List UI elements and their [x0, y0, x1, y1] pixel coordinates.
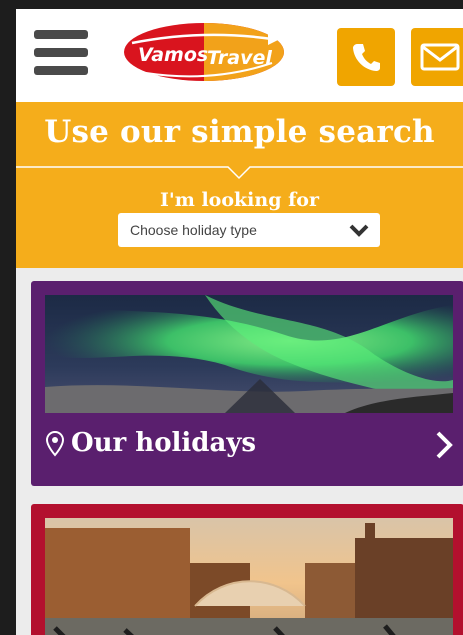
- logo-text-vamos: Vamos: [138, 44, 208, 66]
- search-title: Use our simple search: [44, 114, 435, 150]
- venice-card[interactable]: [31, 504, 463, 635]
- our-holidays-title: Our holidays: [71, 428, 257, 458]
- site-header: Vamos Travel: [16, 9, 463, 102]
- chevron-down-icon: [349, 224, 369, 237]
- search-divider: [16, 166, 463, 180]
- holiday-type-select-value: Choose holiday type: [130, 222, 257, 238]
- holiday-type-select[interactable]: Choose holiday type: [118, 213, 380, 247]
- venice-image: [45, 518, 453, 635]
- hamburger-icon[interactable]: [30, 27, 92, 79]
- app-frame: Vamos Travel Use our simple search I'm l…: [16, 9, 463, 635]
- phone-icon: [353, 44, 380, 71]
- mail-icon: [420, 43, 460, 71]
- looking-for-label: I'm looking for: [160, 189, 319, 211]
- our-holidays-card[interactable]: Our holidays: [31, 281, 463, 486]
- map-pin-icon: [45, 431, 65, 457]
- vamos-travel-logo[interactable]: Vamos Travel: [122, 21, 286, 83]
- menu-bar: [34, 30, 88, 39]
- phone-button[interactable]: [337, 28, 395, 86]
- mail-button[interactable]: [411, 28, 463, 86]
- chevron-right-icon: [436, 431, 453, 459]
- northern-lights-image: [45, 295, 453, 413]
- logo-text-travel: Travel: [207, 47, 272, 69]
- menu-bar: [34, 66, 88, 75]
- menu-bar: [34, 48, 88, 57]
